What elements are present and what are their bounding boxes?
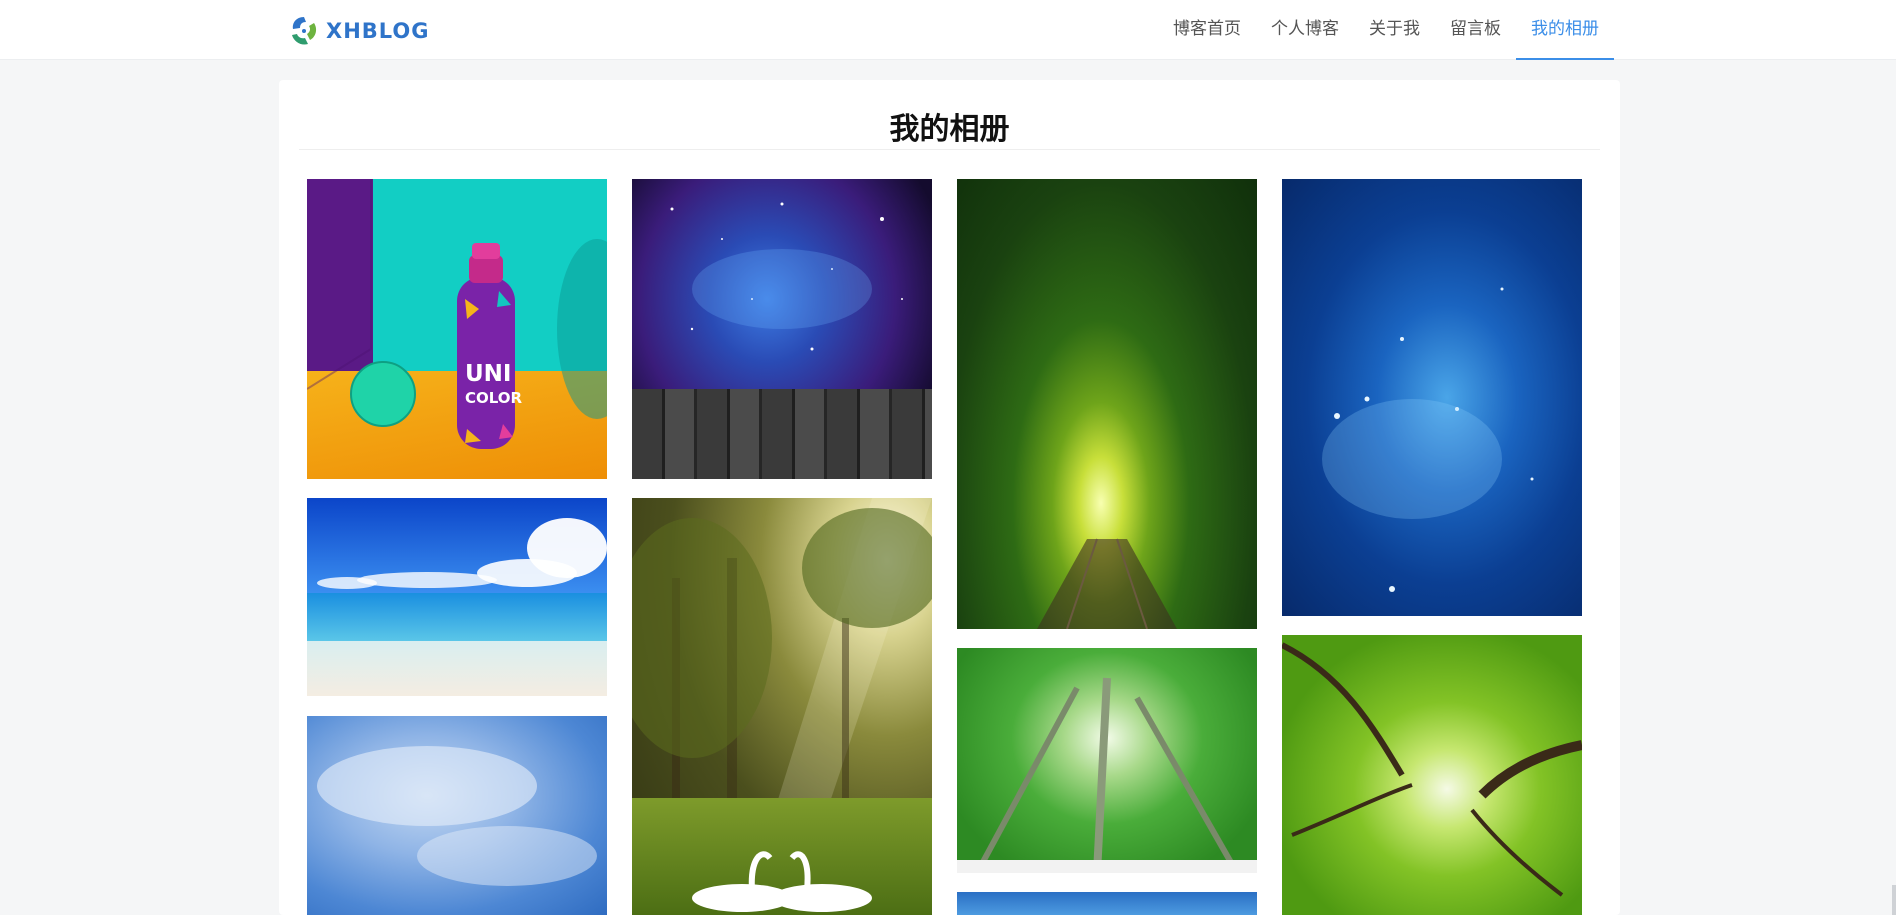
bottle-label-line2: COLOR xyxy=(465,389,523,407)
site-logo[interactable]: XHBLOG xyxy=(284,13,430,49)
nav-item-blog-home[interactable]: 博客首页 xyxy=(1158,0,1256,60)
nav-item-message-board[interactable]: 留言板 xyxy=(1435,0,1516,60)
photo-canopy-looking-up[interactable] xyxy=(957,648,1257,873)
clouds-illustration xyxy=(317,518,607,589)
canopy-illustration xyxy=(957,677,1257,873)
railway-illustration xyxy=(1037,538,1177,629)
photo-blue-sky[interactable] xyxy=(307,716,607,915)
page-title: 我的相册 xyxy=(299,104,1600,150)
swans-illustration xyxy=(692,851,872,912)
album-card: 我的相册 UNI COLOR xyxy=(279,80,1620,915)
photo-blue-starfield[interactable] xyxy=(1282,179,1582,616)
logo-icon xyxy=(292,17,317,45)
photo-bottle-still-life[interactable]: UNI COLOR xyxy=(307,179,607,479)
photo-partial-lake[interactable] xyxy=(957,892,1257,915)
main-nav: 博客首页 个人博客 关于我 留言板 我的相册 xyxy=(1158,0,1614,60)
nav-item-my-album[interactable]: 我的相册 xyxy=(1516,0,1614,60)
top-navbar: XHBLOG 博客首页 个人博客 关于我 留言板 我的相册 xyxy=(0,0,1896,60)
photo-galaxy-planks[interactable] xyxy=(632,179,932,479)
photo-tropical-beach[interactable] xyxy=(307,498,607,696)
nav-item-personal-blog[interactable]: 个人博客 xyxy=(1256,0,1354,60)
scrollbar[interactable] xyxy=(1892,885,1896,915)
bottle-illustration xyxy=(307,179,607,449)
branches-illustration xyxy=(1282,642,1582,897)
sky-clouds-illustration xyxy=(317,746,597,886)
photo-green-canopy[interactable] xyxy=(1282,635,1582,915)
bottle-label-line1: UNI xyxy=(465,361,512,387)
photo-tree-tunnel[interactable] xyxy=(957,179,1257,629)
photo-forest-swans[interactable] xyxy=(632,498,932,915)
starfield-illustration xyxy=(1322,287,1534,592)
nav-item-about-me[interactable]: 关于我 xyxy=(1354,0,1435,60)
logo-text: XHBLOG xyxy=(326,19,430,43)
